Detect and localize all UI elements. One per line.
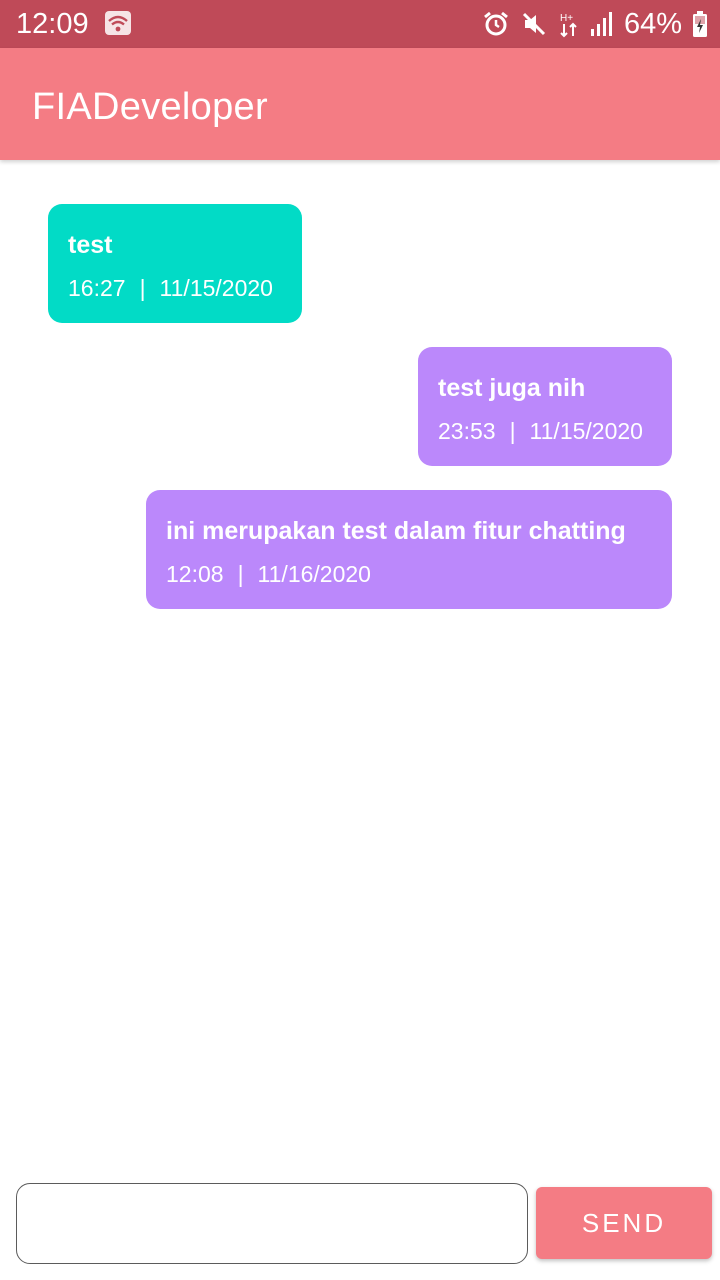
svg-text:H+: H+ (560, 13, 573, 24)
mute-icon (520, 10, 548, 38)
message-separator: | (509, 418, 516, 444)
status-icons: H+ 64% (482, 6, 708, 42)
app-title: FIADeveloper (32, 86, 268, 128)
alarm-icon (482, 10, 510, 38)
message-bubble-outgoing[interactable]: ini merupakan test dalam fitur chatting … (146, 490, 672, 609)
message-time: 16:27 (68, 275, 126, 301)
data-transfer-icon: H+ (558, 10, 580, 38)
message-time: 23:53 (438, 418, 496, 444)
message-bubble-outgoing[interactable]: test juga nih 23:53 | 11/15/2020 (418, 347, 672, 466)
message-date: 11/16/2020 (257, 561, 371, 587)
message-text: ini merupakan test dalam fitur chatting (166, 517, 626, 545)
app-bar: FIADeveloper (0, 48, 720, 160)
signal-icon (590, 11, 614, 37)
message-text: test (68, 231, 113, 259)
battery-percent: 64% (623, 8, 682, 40)
message-text: test juga nih (438, 374, 586, 402)
message-bubble-incoming[interactable]: test 16:27 | 11/15/2020 (48, 204, 302, 323)
send-button[interactable]: SEND (536, 1187, 712, 1259)
message-separator: | (139, 275, 146, 301)
message-meta: 12:08 | 11/16/2020 (166, 560, 652, 588)
message-separator: | (237, 561, 244, 587)
message-time: 12:08 (166, 561, 224, 587)
message-input[interactable] (16, 1183, 528, 1264)
message-meta: 16:27 | 11/15/2020 (68, 274, 282, 302)
message-meta: 23:53 | 11/15/2020 (438, 417, 652, 445)
message-date: 11/15/2020 (159, 275, 273, 301)
status-bar: 12:09 H+ 64% (0, 0, 720, 48)
message-date: 11/15/2020 (529, 418, 643, 444)
status-time: 12:09 (16, 8, 89, 40)
battery-icon (692, 10, 708, 38)
wifi-icon (104, 10, 132, 36)
